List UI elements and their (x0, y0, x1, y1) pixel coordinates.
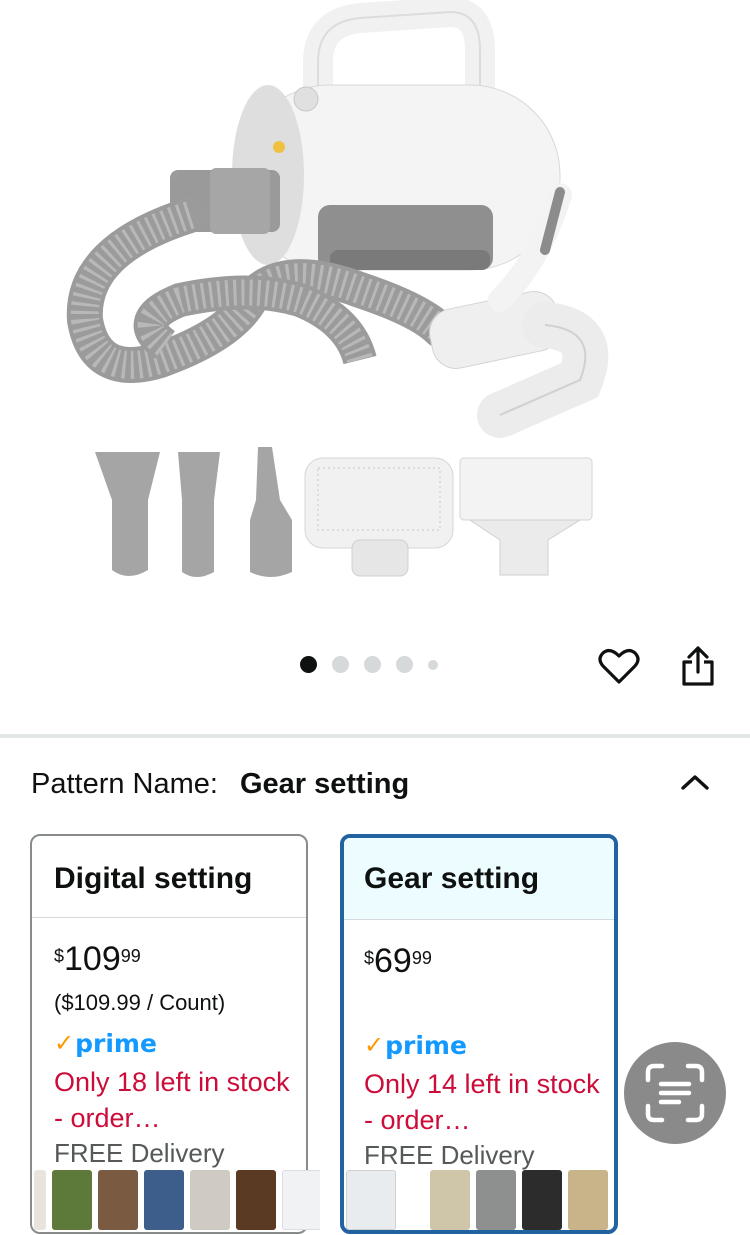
carousel-dot[interactable] (396, 656, 413, 673)
section-divider (0, 734, 750, 738)
thumbnail-image[interactable] (190, 1170, 230, 1230)
prime-label: prime (75, 1028, 157, 1058)
stock-warning: Only 18 left in stock - order… (54, 1067, 290, 1133)
carousel-dot[interactable] (428, 659, 438, 670)
option-title: Digital setting (32, 836, 306, 918)
thumbnail-image[interactable] (402, 1170, 424, 1230)
chevron-up-icon (681, 775, 709, 790)
share-button[interactable] (676, 643, 720, 689)
carousel-dot[interactable] (364, 656, 381, 673)
delivery-text: FREE Delivery (364, 1140, 535, 1170)
price-whole: 109 (64, 940, 121, 978)
image-thumbnail-strip[interactable] (346, 1168, 612, 1232)
thumbnail-image[interactable] (34, 1170, 46, 1230)
variation-selected-value: Gear setting (239, 767, 410, 800)
product-image[interactable] (0, 0, 750, 640)
share-icon (682, 646, 714, 686)
carousel-dot[interactable] (300, 656, 317, 673)
variation-header: Pattern Name: Gear setting (31, 762, 721, 806)
price-whole: 69 (374, 942, 412, 980)
prime-badge: ✓ prime (364, 1030, 614, 1060)
option-price: $ 109 99 (54, 942, 306, 982)
thumbnail-image[interactable] (144, 1170, 184, 1230)
prime-label: prime (385, 1030, 467, 1060)
image-carousel-dots[interactable] (300, 656, 438, 673)
image-thumbnail-strip[interactable] (34, 1168, 320, 1232)
thumbnail-image[interactable] (236, 1170, 276, 1230)
thumbnail-image[interactable] (476, 1170, 516, 1230)
price-fraction: 99 (411, 948, 432, 968)
visual-search-button[interactable] (624, 1042, 726, 1144)
carousel-dot[interactable] (332, 656, 349, 673)
prime-check-icon: ✓ (364, 1031, 385, 1059)
thumbnail-image[interactable] (522, 1170, 562, 1230)
unit-price (364, 992, 614, 1022)
option-price: $ 69 99 (364, 944, 614, 984)
prime-check-icon: ✓ (54, 1029, 75, 1057)
price-symbol: $ (54, 946, 65, 966)
variation-label: Pattern Name: (31, 767, 218, 800)
price-symbol: $ (364, 948, 375, 968)
option-title: Gear setting (344, 838, 614, 920)
prime-badge: ✓ prime (54, 1028, 306, 1058)
thumbnail-image[interactable] (98, 1170, 138, 1230)
thumbnail-image[interactable] (346, 1170, 396, 1230)
collapse-variation-button[interactable] (675, 762, 715, 802)
delivery-text: FREE Delivery (54, 1138, 225, 1168)
thumbnail-image[interactable] (430, 1170, 470, 1230)
pet-dryer-illustration (66, 0, 609, 577)
scan-text-icon (645, 1063, 705, 1123)
price-fraction: 99 (120, 946, 141, 966)
thumbnail-image[interactable] (568, 1170, 608, 1230)
unit-price: ($109.99 / Count) (54, 990, 226, 1015)
stock-warning: Only 14 left in stock - order… (364, 1069, 600, 1135)
thumbnail-image[interactable] (52, 1170, 92, 1230)
wishlist-button[interactable] (596, 643, 642, 689)
heart-outline-icon (598, 649, 640, 684)
thumbnail-image[interactable] (282, 1170, 320, 1230)
